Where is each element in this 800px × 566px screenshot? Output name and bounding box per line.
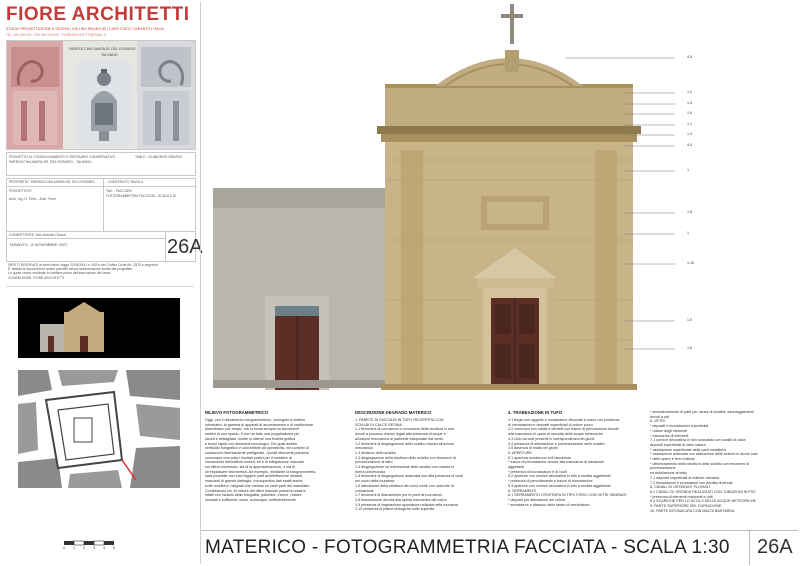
scale-label: 5 [113,546,115,550]
scale-label: 4 [103,546,105,550]
ornament-photo-left [7,41,63,149]
table-row-line [7,186,195,187]
church-place: TALSANO [101,53,118,57]
committente: COMMITTENTE: Don Antonio Cilluzzi [9,233,66,237]
title-sheet-number: 26A [757,536,793,558]
left-column: FIORE ARCHITETTI STUDIO PROGETTAZIONE & … [2,2,203,564]
designer-name: Arch. Ing. D. Fiore - Arch. Fiore [9,197,56,201]
dimension-label: 1.10 [687,261,694,265]
column-title: RILIEVO FOTOGRAMMETRICO [205,410,269,415]
ornament-photo-right [137,41,195,149]
text-column-continued: * ammaloramento di parti per causa di um… [650,410,796,526]
column-divider [200,2,201,564]
project-info-box: PROGETTO DI CONSOLIDAMENTO E RESTAURO CO… [6,152,196,176]
title-info-table: PROPRIETA': PARROCCHIA MARIA SS. DEL ROS… [6,178,203,262]
scale-label: 1 [73,546,75,550]
content-header: - CONTENUTO TAVOLA [106,180,144,184]
project-subtitle: PARROCCHIA MARIA SS. DEL ROSARIO - TALSA… [9,160,92,164]
title-block: MATERICO - FOTOGRAMMETRIA FACCIATA - SCA… [201,530,798,565]
separator [6,286,194,287]
disclaimer-line: CONSULENZE: FIORE ARCHITETTI [8,275,65,280]
column-body: 4.1 fregio con aggetto e modanature deco… [508,418,627,507]
column-body: 1. PARETE DI FACCIATA IN TUFO RICOPERTA … [355,418,464,512]
column-body: * ammaloramento di parti per causa di um… [650,410,758,513]
content-detail: FOTOGRAMMETRIA FACCIATA - SCALA 1:30 [106,194,177,198]
title-sheet-divider [749,531,750,565]
dimension-labels: 4.5 1.2 1.5 1.6 1.1 1.3 4.4 1 1.8 1 1.10… [683,0,713,400]
project-description: PROGETTO DI CONSOLIDAMENTO E RESTAURO CO… [9,155,116,159]
sheet-number: 26A [167,236,203,258]
brand-logo-text: FIORE ARCHITETTI [6,4,190,25]
table-row-line [7,231,195,232]
project-right-note: TABLE - ELABORATI GRAFICI [135,155,182,159]
church-name: PARROCCHIA SANTA EL DEL ROSARIO [69,47,136,51]
scale-label: 3 [93,546,95,550]
drawing-title: MATERICO - FOTOGRAMMETRIA FACCIATA - SCA… [205,537,730,558]
dimension-label: 4.5 [687,55,692,59]
dimension-label: 1 [687,231,689,235]
brand-subtitle: STUDIO PROGETTAZIONE & DESIGN | VIA LIDO… [6,27,164,31]
scale-bar: 0 1 2 3 4 5 [63,540,134,552]
scale-label: 0 [63,546,65,550]
sheet-divider [165,231,166,261]
text-column-survey: RILIEVO FOTOGRAMMETRICO Oggi, con il ril… [205,410,340,526]
niche-statue-photo [77,61,131,147]
text-column-trabeation: 4. TRABEAZIONE IN TUFO 4.1 fregio con ag… [508,410,648,526]
dimension-label: 1.3 [687,132,692,136]
designer-label: PROGETTISTI [9,189,32,193]
dimension-label: 1.5 [687,318,692,322]
disclaimer: DIRITTI RISERVATI ai sensi della Legge 2… [8,263,194,280]
dimension-label: 1.1 [687,122,692,126]
dimension-label: 1.5 [687,101,692,105]
column-title: DESCRIZIONE DEGRADO MATERICO [355,410,432,415]
text-column-degradation: DESCRIZIONE DEGRADO MATERICO 1. PARETE D… [355,410,505,526]
site-plan [18,370,180,488]
table-row-line [7,238,165,239]
scale-label: 2 [83,546,85,550]
date-text: TARANTO - 8 NOVEMBRE 2007 [9,243,68,247]
dimension-label: 1.6 [687,346,692,350]
facade-photogrammetry [213,4,675,390]
dimension-label: 1 [687,168,689,172]
facade-thumbnail [18,298,180,358]
content-label: TAV. - FACCIATA [106,189,132,193]
dimension-label: 1.2 [687,90,692,94]
dimension-label: 1.6 [687,111,692,115]
column-body: Oggi, con il rilevamento fotogrammetrico… [205,418,316,502]
cover-photo-strip: PARROCCHIA SANTA EL DEL ROSARIO TALSANO [6,40,196,150]
dimension-label: 1.8 [687,210,692,214]
dimension-label: 4.4 [687,143,692,147]
owner-label: PROPRIETA': PARROCCHIA MARIA SS. DEL ROS… [9,180,95,184]
column-title: 4. TRABEAZIONE IN TUFO [508,410,563,415]
brand-contact: TEL. 000 000 000 - FAX 000 000 000 - FIO… [6,33,107,37]
